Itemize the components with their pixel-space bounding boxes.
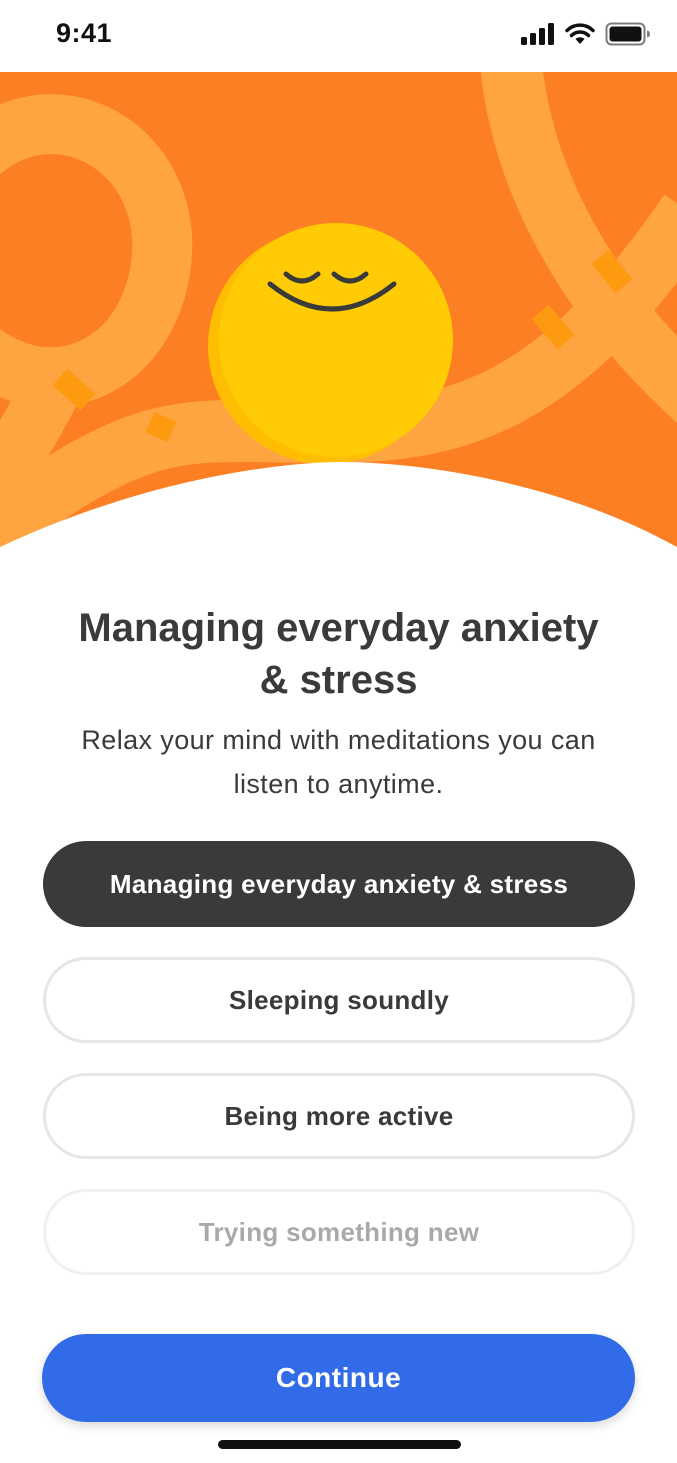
option-managing-anxiety[interactable]: Managing everyday anxiety & stress	[43, 841, 635, 927]
sun	[219, 223, 453, 457]
option-label: Sleeping soundly	[228, 984, 450, 1015]
wifi-icon	[565, 23, 595, 44]
status-bar: 9:41	[0, 0, 677, 72]
ribbon-overlap-2	[145, 411, 177, 443]
scroll-fade	[0, 1282, 677, 1342]
option-label: Being more active	[224, 1100, 454, 1131]
battery-icon	[605, 22, 650, 46]
option-sleeping-soundly[interactable]: Sleeping soundly	[43, 957, 635, 1043]
cellular-signal-icon	[521, 23, 554, 45]
hero-illustration	[0, 72, 677, 552]
continue-button[interactable]: Continue	[42, 1334, 635, 1422]
option-being-more-active[interactable]: Being more active	[43, 1073, 635, 1159]
page-subtitle: Relax your mind with meditations you can…	[81, 725, 596, 799]
home-indicator[interactable]	[218, 1440, 461, 1449]
option-label: Managing everyday anxiety & stress	[109, 868, 569, 899]
status-time: 9:41	[56, 18, 113, 48]
option-trying-something-new[interactable]: Trying something new	[43, 1189, 635, 1275]
page-title: Managing everyday anxiety & stress	[78, 606, 599, 702]
status-icons	[521, 22, 651, 46]
option-label: Trying something new	[198, 1216, 480, 1247]
phone-screen: 9:41 Managing everyday anxiety & stress …	[0, 0, 677, 1463]
